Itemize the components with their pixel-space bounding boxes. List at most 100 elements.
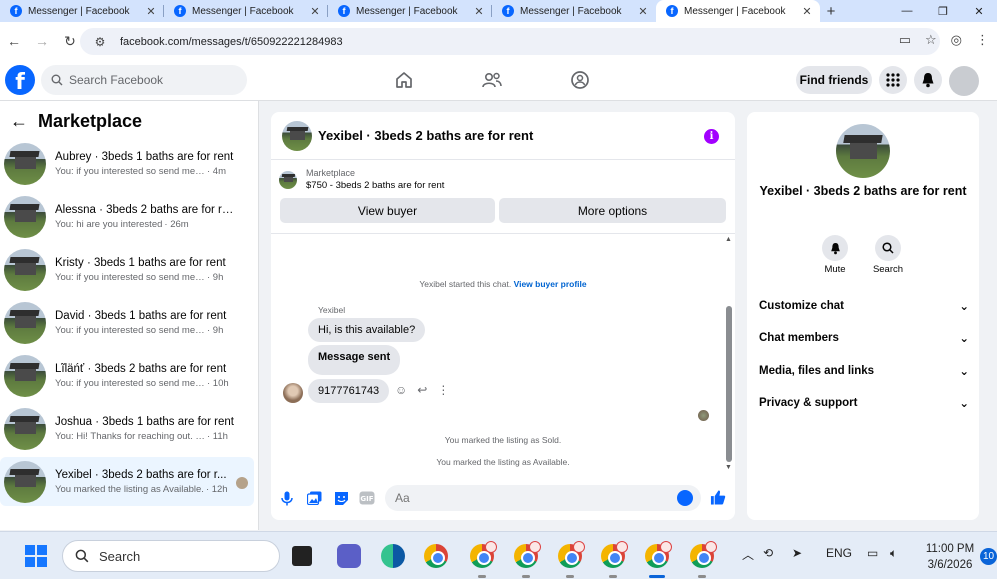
back-button[interactable]: ←	[0, 27, 28, 55]
facebook-search[interactable]	[41, 65, 247, 95]
browser-tab[interactable]: f Messenger | Facebook ✕	[492, 0, 656, 22]
conversation-item[interactable]: Kristy · 3beds 1 baths are for rent You:…	[0, 245, 254, 294]
chrome-profile-icon[interactable]	[601, 541, 628, 568]
bell-icon[interactable]	[822, 235, 848, 261]
close-icon[interactable]: ✕	[472, 5, 486, 18]
location-icon[interactable]: ➤	[792, 546, 802, 560]
mute-action[interactable]: Mute	[810, 235, 860, 275]
browser-tab-active[interactable]: f Messenger | Facebook ✕	[656, 0, 820, 22]
microphone-icon[interactable]	[279, 490, 295, 506]
sender-avatar[interactable]	[283, 383, 303, 403]
forward-button[interactable]: →	[28, 27, 56, 55]
conversation-item[interactable]: David · 3beds 1 baths are for rent You: …	[0, 298, 254, 347]
conversation-name: Kristy · 3beds 1 baths are for rent	[55, 256, 226, 269]
chrome-icon[interactable]	[424, 544, 448, 568]
profile-avatar[interactable]	[949, 66, 979, 96]
edge-icon[interactable]	[381, 544, 405, 568]
network-icon[interactable]: ▭	[867, 546, 878, 560]
browser-tab[interactable]: f Messenger | Facebook ✕	[0, 0, 164, 22]
menu-grid-icon[interactable]	[879, 66, 907, 94]
notification-badge[interactable]: 10	[980, 548, 997, 565]
conversation-time: · 4m	[207, 165, 226, 177]
message-bubble[interactable]: 9177761743	[308, 379, 390, 403]
omnibox[interactable]: ⚙ facebook.com/messages/t/65092222128498…	[80, 28, 940, 55]
chat-avatar[interactable]	[282, 120, 312, 151]
more-options-button[interactable]: More options	[499, 198, 726, 223]
volume-icon[interactable]: 🔈︎	[890, 546, 897, 561]
search-action[interactable]: Search	[863, 235, 913, 275]
groups-icon[interactable]	[568, 68, 592, 92]
url-text[interactable]: facebook.com/messages/t/650922221284983	[120, 36, 930, 48]
sync-icon[interactable]: ⟲	[763, 546, 773, 560]
facebook-favicon-icon: f	[10, 5, 22, 17]
customize-chat-row[interactable]: Customize chat ⌄	[759, 299, 969, 313]
language-indicator[interactable]: ENG	[826, 546, 852, 560]
reply-icon[interactable]: ↩	[417, 383, 427, 397]
teams-icon[interactable]	[337, 544, 361, 568]
maximize-button[interactable]: ❐	[925, 0, 961, 22]
home-icon[interactable]	[392, 68, 416, 92]
chevron-down-icon: ⌄	[959, 301, 969, 313]
listing-summary[interactable]: Marketplace $750 - 3beds 2 baths are for…	[279, 168, 444, 191]
conversation-item[interactable]: Alessna · 3beds 2 baths are for rent You…	[0, 192, 254, 241]
minimize-button[interactable]: —	[889, 0, 925, 22]
search-input[interactable]	[69, 73, 229, 87]
search-icon[interactable]	[875, 235, 901, 261]
react-emoji-icon[interactable]: ☺	[395, 383, 407, 397]
cast-icon[interactable]: ▭	[899, 32, 911, 48]
chrome-profile-icon[interactable]	[470, 541, 497, 568]
more-icon[interactable]: ⋮	[437, 383, 449, 397]
photo-icon[interactable]	[306, 490, 322, 506]
taskbar-search[interactable]: Search	[62, 540, 280, 572]
new-tab-button[interactable]: +	[820, 0, 842, 22]
chat-scrollbar[interactable]: ▲ ▼	[725, 236, 733, 473]
taskbar-clock[interactable]: 11:00 PM 3/6/2026	[918, 541, 982, 573]
emoji-icon[interactable]	[677, 490, 693, 506]
tab-title: Messenger | Facebook	[520, 5, 622, 17]
close-window-button[interactable]: ✕	[961, 0, 997, 22]
browser-tab[interactable]: f Messenger | Facebook ✕	[164, 0, 328, 22]
notifications-bell-icon[interactable]	[914, 66, 942, 94]
message-bubble[interactable]: Message sent	[308, 345, 401, 375]
bookmark-star-icon[interactable]: ☆	[925, 32, 937, 48]
gif-icon[interactable]: GIF	[359, 490, 375, 506]
close-icon[interactable]: ✕	[636, 5, 650, 18]
browser-tab[interactable]: f Messenger | Facebook ✕	[328, 0, 492, 22]
conversation-item-active[interactable]: Yexibel · 3beds 2 baths are for r... You…	[0, 457, 254, 506]
message-bubble[interactable]: Hi, is this available?	[308, 318, 426, 342]
privacy-support-row[interactable]: Privacy & support ⌄	[759, 396, 969, 410]
sticker-icon[interactable]	[333, 490, 349, 506]
friends-icon[interactable]	[480, 68, 504, 92]
conversation-avatar[interactable]	[836, 124, 890, 178]
close-icon[interactable]: ✕	[800, 5, 814, 18]
close-icon[interactable]: ✕	[308, 5, 322, 18]
file-explorer-icon[interactable]	[292, 546, 312, 566]
chrome-profile-icon[interactable]	[690, 541, 717, 568]
chrome-profile-icon[interactable]	[514, 541, 541, 568]
conversation-item[interactable]: Aubrey · 3beds 1 baths are for rent You:…	[0, 139, 254, 188]
find-friends-button[interactable]: Find friends	[796, 66, 872, 94]
info-icon[interactable]: i	[704, 129, 719, 144]
message-input-wrapper[interactable]	[385, 485, 701, 511]
chat-members-row[interactable]: Chat members ⌄	[759, 331, 969, 345]
chat-title[interactable]: Yexibel · 3beds 2 baths are for rent	[318, 128, 533, 143]
address-bar: ← → ↻ ⚙ facebook.com/messages/t/65092222…	[0, 22, 997, 60]
conversation-item[interactable]: Ĺĩĺäńť · 3beds 2 baths are for rent You:…	[0, 351, 254, 400]
thumbs-up-icon[interactable]	[710, 489, 726, 505]
scrollbar-thumb[interactable]	[726, 306, 732, 462]
site-info-icon[interactable]: ⚙	[90, 35, 110, 49]
profile-icon[interactable]: ◎	[951, 32, 962, 48]
show-hidden-icons-chevron-icon[interactable]: ︿	[742, 546, 754, 563]
conversation-item[interactable]: Joshua · 3beds 1 baths are for rent You:…	[0, 404, 254, 453]
close-icon[interactable]: ✕	[144, 5, 158, 18]
back-arrow-icon[interactable]: ←	[10, 111, 28, 132]
windows-start-icon[interactable]	[25, 545, 47, 567]
facebook-logo-icon[interactable]: f	[5, 65, 35, 95]
message-input[interactable]	[395, 491, 665, 505]
view-buyer-button[interactable]: View buyer	[280, 198, 495, 223]
media-files-links-row[interactable]: Media, files and links ⌄	[759, 364, 969, 378]
chrome-profile-icon[interactable]	[645, 541, 672, 568]
view-buyer-profile-link[interactable]: View buyer profile	[514, 279, 587, 289]
menu-kebab-icon[interactable]: ⋮	[976, 32, 989, 48]
chrome-profile-icon[interactable]	[558, 541, 585, 568]
